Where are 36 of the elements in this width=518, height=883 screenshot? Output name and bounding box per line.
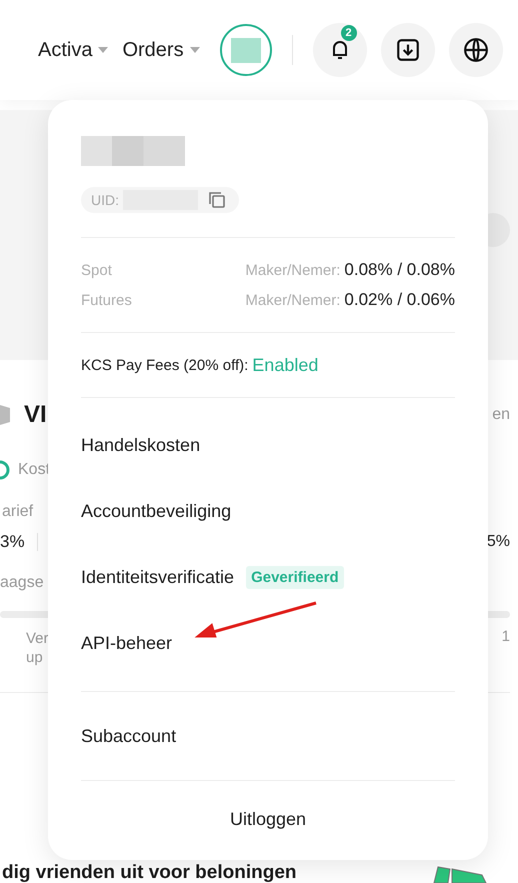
nav-menu[interactable]: Orders <box>122 38 200 62</box>
menu-item[interactable]: Accountbeveiliging <box>81 478 455 544</box>
logout-button[interactable]: Uitloggen <box>230 809 306 830</box>
note-text: 1 <box>502 628 510 645</box>
fee-type-label: Maker/Nemer: <box>245 292 340 308</box>
menu-item[interactable]: API-beheer <box>81 610 455 676</box>
download-icon <box>394 37 421 63</box>
vip-title: VI <box>24 401 47 429</box>
globe-icon <box>462 37 489 63</box>
fee-value: 0.08% / 0.08% <box>344 260 455 280</box>
uid-label: UID: <box>91 192 119 208</box>
fee-value: 0.02% / 0.06% <box>344 290 455 310</box>
rate-label: arief <box>2 503 34 521</box>
caret-icon <box>190 47 200 53</box>
fee-type-label: Maker/Nemer: <box>245 262 340 278</box>
rate-value: 5% <box>486 533 510 551</box>
kcs-status: Enabled <box>252 354 318 376</box>
market-label: Futures <box>81 292 132 308</box>
fee-label: Kost <box>18 461 50 479</box>
market-label: Spot <box>81 262 112 278</box>
link-text: en <box>492 406 510 424</box>
note-text: Ver <box>26 630 49 647</box>
avatar[interactable] <box>220 24 272 76</box>
nav-menu[interactable]: Activa <box>38 38 108 62</box>
kcs-label: KCS Pay Fees (20% off): <box>81 356 248 374</box>
invite-title: dig vrienden uit voor beloningen <box>2 863 297 882</box>
copy-icon[interactable] <box>208 191 226 209</box>
menu-item[interactable]: Handelskosten <box>81 412 455 478</box>
caret-icon <box>98 47 108 53</box>
note-text: up <box>26 649 43 666</box>
menu-item[interactable]: Identiteitsverificatie Geverifieerd <box>81 544 455 610</box>
notification-count: 2 <box>340 25 357 41</box>
rate-value: 3% <box>0 532 25 552</box>
menu-item[interactable]: Subaccount <box>81 692 455 780</box>
volume-label: aagse <box>0 574 44 592</box>
verified-tag: Geverifieerd <box>246 566 344 588</box>
